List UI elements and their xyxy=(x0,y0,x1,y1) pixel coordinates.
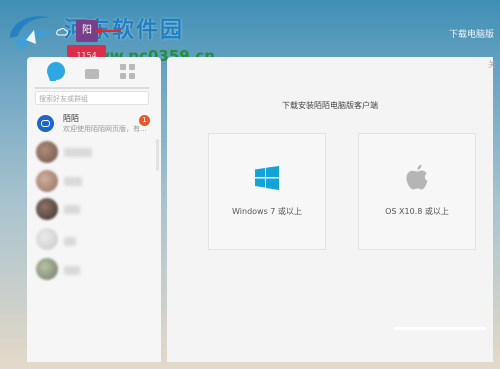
contact-name-blurred[interactable] xyxy=(64,177,82,186)
contacts-tab-icon[interactable] xyxy=(85,69,99,79)
sidebar: 搜索好友或群组 陌陌 欢迎使用陌陌网页版，有... 1 xyxy=(27,57,161,362)
apple-icon xyxy=(406,164,428,190)
conversation-item-momo[interactable]: 陌陌 欢迎使用陌陌网页版，有... 1 xyxy=(27,112,161,138)
chat-tab-icon[interactable] xyxy=(47,62,65,80)
download-desktop-link[interactable]: 下载电脑版 xyxy=(449,27,494,40)
unread-badge: 1 xyxy=(139,115,150,126)
contact-name-blurred[interactable] xyxy=(64,148,92,157)
contact-avatar[interactable] xyxy=(36,141,58,163)
contact-avatar[interactable] xyxy=(36,170,58,192)
main-panel: 下载安装陌陌电脑版客户端 Windows 7 或以上 OS X10.8 或以上 xyxy=(167,57,493,362)
contact-avatar[interactable] xyxy=(36,228,58,250)
close-link[interactable]: 关 xyxy=(488,59,496,70)
loading-bar xyxy=(394,327,486,330)
contact-name-blurred[interactable] xyxy=(64,205,80,214)
mac-label: OS X10.8 或以上 xyxy=(385,207,449,216)
scrollbar[interactable] xyxy=(156,139,159,171)
search-input[interactable]: 搜索好友或群组 xyxy=(35,91,149,105)
contact-name-blurred[interactable] xyxy=(64,266,80,275)
tab-divider xyxy=(35,87,149,89)
windows-icon xyxy=(255,166,279,190)
contact-avatar[interactable] xyxy=(36,258,58,280)
conversation-preview: 欢迎使用陌陌网页版，有... xyxy=(63,125,147,133)
momo-logo-icon xyxy=(37,115,54,132)
apps-tab-icon[interactable] xyxy=(120,64,136,80)
mac-download-card[interactable]: OS X10.8 或以上 xyxy=(358,133,476,250)
conversation-name: 陌陌 xyxy=(63,114,79,123)
annotation-arrow-icon xyxy=(95,27,121,35)
cloud-icon[interactable] xyxy=(56,27,68,36)
contact-name-blurred[interactable] xyxy=(64,237,76,246)
sidebar-nav-tabs xyxy=(27,57,161,85)
watermark-logo-icon xyxy=(10,16,54,50)
download-title: 下载安装陌陌电脑版客户端 xyxy=(282,101,378,110)
windows-label: Windows 7 或以上 xyxy=(232,207,302,216)
contact-avatar[interactable] xyxy=(36,198,58,220)
windows-download-card[interactable]: Windows 7 或以上 xyxy=(208,133,326,250)
